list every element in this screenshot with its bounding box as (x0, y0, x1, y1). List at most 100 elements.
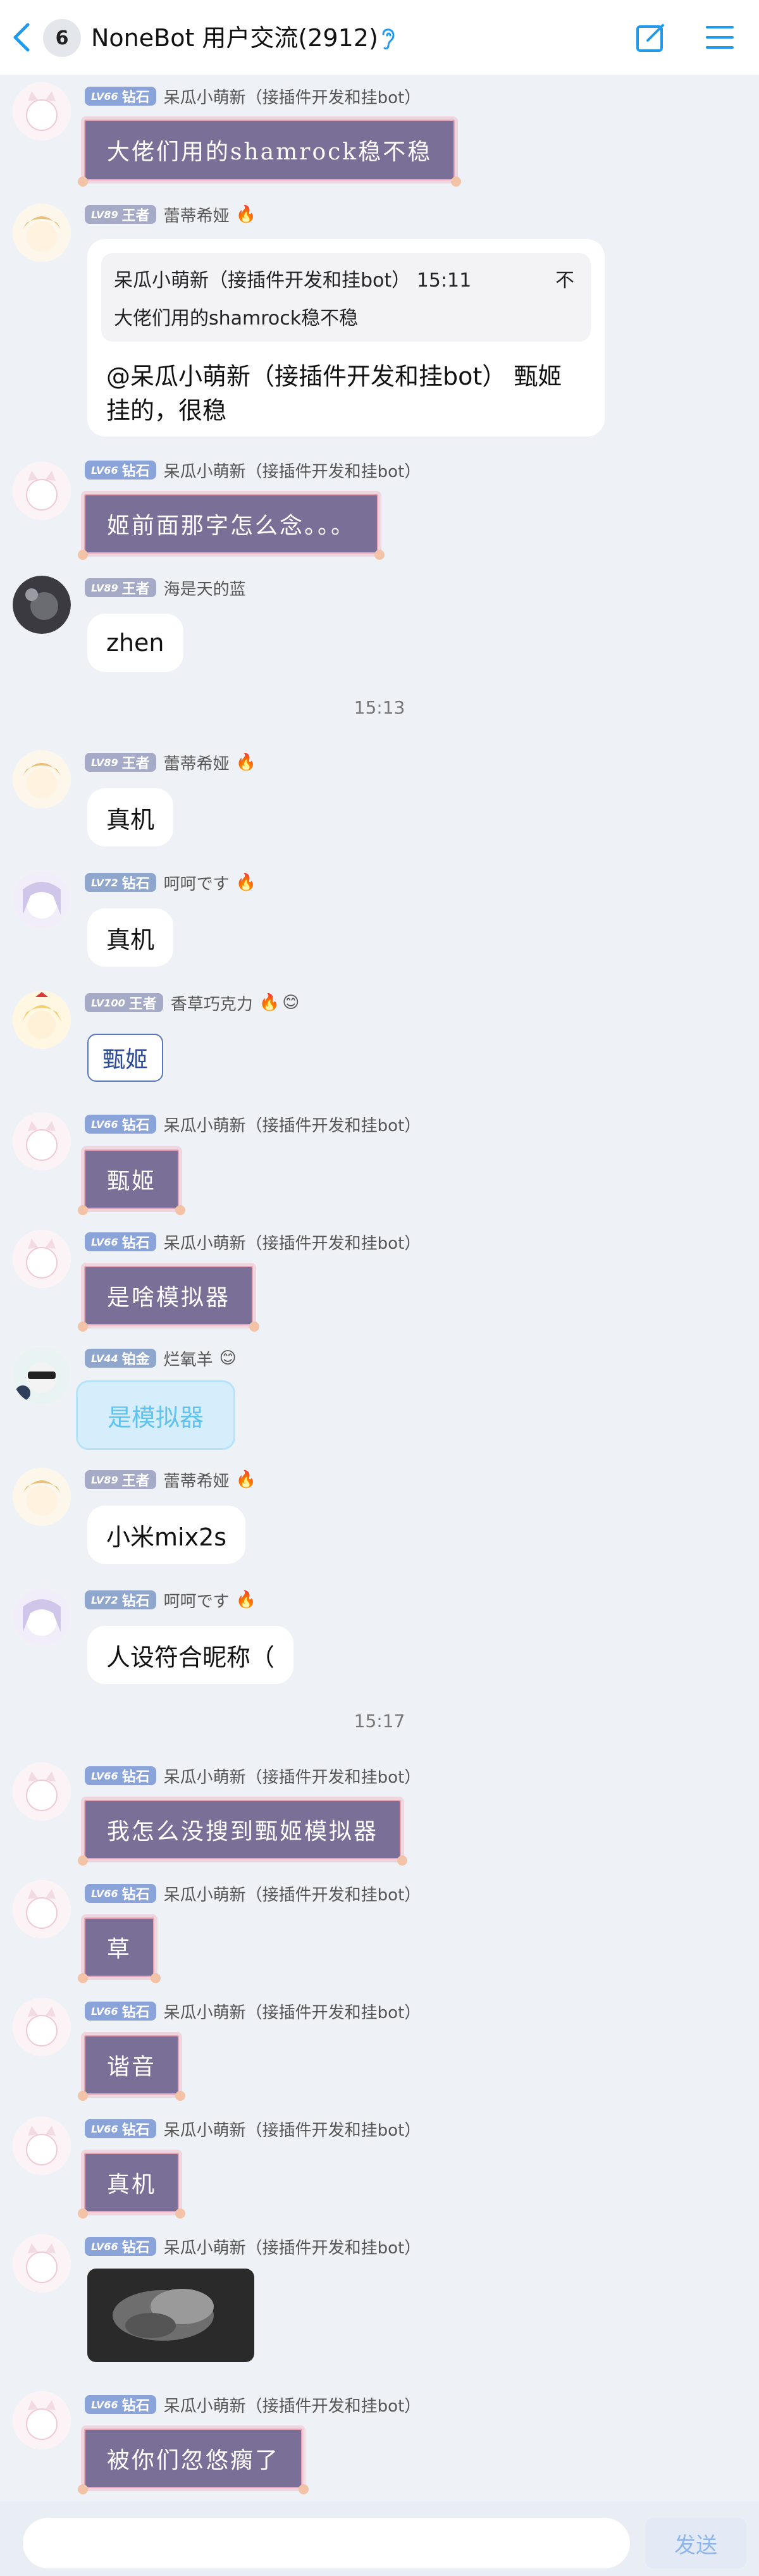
message-bubble[interactable]: 人设符合昵称（ (87, 1626, 294, 1684)
sender-name[interactable]: 烂氧羊 (164, 1347, 213, 1370)
avatar[interactable] (13, 1762, 71, 1821)
unread-count-badge[interactable]: 6 (43, 19, 81, 57)
sender-meta: LV89 王者 蕾蒂希娅 🔥 (85, 751, 256, 774)
message-bubble[interactable]: 是啥模拟器 (77, 1263, 260, 1332)
avatar[interactable] (13, 204, 71, 262)
fire-icon: 🔥 (235, 205, 257, 224)
ear-mode-icon (382, 28, 395, 50)
message-bubble[interactable]: 真机 (87, 788, 174, 846)
avatar[interactable] (13, 576, 71, 634)
sender-meta: LV66 钻石 呆瓜小萌新（接插件开发和挂bot） (85, 85, 421, 108)
avatar[interactable] (13, 2391, 71, 2449)
sender-meta: LV66 钻石 呆瓜小萌新（接插件开发和挂bot） (85, 1764, 421, 1788)
sender-name[interactable]: 海是天的蓝 (164, 576, 246, 600)
sender-meta: LV89 王者 蕾蒂希娅 🔥 (85, 1468, 256, 1492)
sender-name[interactable]: 蕾蒂希娅 (164, 751, 230, 774)
sender-name[interactable]: 呆瓜小萌新（接插件开发和挂bot） (164, 1113, 421, 1136)
message-text: @呆瓜小萌新（接插件开发和挂bot） 甄姬 (106, 362, 562, 390)
menu-icon[interactable] (705, 24, 735, 51)
chat-header: 6 NoneBot 用户交流(2912) (0, 0, 759, 75)
sender-meta: LV44 铂金 烂氧羊 😊 (85, 1347, 237, 1370)
avatar[interactable] (13, 1468, 71, 1526)
fire-icon: 🔥 (235, 873, 257, 892)
sender-meta: LV66 钻石 呆瓜小萌新（接插件开发和挂bot） (85, 1113, 421, 1136)
avatar[interactable] (13, 1112, 71, 1170)
level-badge: LV89 王者 (85, 1470, 156, 1489)
avatar[interactable] (13, 462, 71, 520)
message-bubble[interactable]: 我怎么没搜到甄姬模拟器 (77, 1797, 408, 1866)
level-badge: LV66 钻石 (85, 461, 156, 480)
sender-name[interactable]: 呆瓜小萌新（接插件开发和挂bot） (164, 2235, 421, 2258)
smile-icon: 😊 (219, 1349, 237, 1368)
sender-name[interactable]: 呆瓜小萌新（接插件开发和挂bot） (164, 2117, 421, 2141)
message-bubble[interactable]: zhen (87, 614, 183, 672)
level-badge: LV89 王者 (85, 578, 156, 597)
avatar[interactable] (13, 2117, 71, 2175)
level-badge: LV66 钻石 (85, 87, 156, 106)
message-bubble[interactable]: 是模拟器 (76, 1380, 235, 1450)
quote-tail: 不 (555, 269, 574, 292)
sender-name[interactable]: 呆瓜小萌新（接插件开发和挂bot） (164, 1230, 421, 1254)
back-arrow-icon[interactable] (9, 22, 34, 53)
sender-meta: LV72 钻石 呵呵です 🔥 (85, 1589, 256, 1611)
avatar[interactable] (13, 2234, 71, 2293)
avatar[interactable] (13, 82, 71, 140)
sender-name[interactable]: 呆瓜小萌新（接插件开发和挂bot） (164, 1764, 421, 1788)
sender-name[interactable]: 呆瓜小萌新（接插件开发和挂bot） (164, 459, 421, 482)
level-badge: LV66 钻石 (85, 1766, 156, 1785)
chat-title[interactable]: NoneBot 用户交流(2912) (91, 19, 378, 57)
sender-name[interactable]: 呵呵です (164, 1588, 230, 1612)
avatar[interactable] (13, 1880, 71, 1938)
message-bubble[interactable]: 被你们忽悠瘸了 (77, 2425, 309, 2494)
sender-name[interactable]: 蕾蒂希娅 (164, 203, 230, 226)
quoted-message[interactable]: 呆瓜小萌新（接插件开发和挂bot） 15:11 不 大佬们用的shamrock稳… (101, 253, 591, 342)
send-button[interactable]: 发送 (645, 2518, 746, 2568)
avatar[interactable] (13, 870, 71, 929)
sender-meta: LV66 钻石 呆瓜小萌新（接插件开发和挂bot） (85, 459, 421, 481)
message-bubble[interactable]: 甄姬 (77, 1146, 186, 1215)
avatar[interactable] (13, 1998, 71, 2056)
sender-name[interactable]: 呆瓜小萌新（接插件开发和挂bot） (164, 2000, 421, 2023)
sender-meta: LV66 钻石 呆瓜小萌新（接插件开发和挂bot） (85, 2235, 421, 2258)
sender-name[interactable]: 蕾蒂希娅 (164, 1468, 230, 1492)
level-badge: LV89 王者 (85, 753, 156, 772)
sender-name[interactable]: 香草巧克力 (171, 991, 253, 1015)
quote-header: 呆瓜小萌新（接插件开发和挂bot） 15:11 (114, 269, 472, 292)
message-bubble[interactable]: 姬前面那字怎么念。。。 (77, 491, 385, 560)
sender-name[interactable]: 呆瓜小萌新（接插件开发和挂bot） (164, 1882, 421, 1905)
message-bubble[interactable]: 小米mix2s (87, 1506, 246, 1564)
level-badge: LV66 钻石 (85, 2002, 156, 2021)
sender-meta: LV66 钻石 呆瓜小萌新（接插件开发和挂bot） (85, 1231, 421, 1253)
message-bubble[interactable]: 甄姬 (87, 1034, 164, 1082)
level-badge: LV72 钻石 (85, 873, 156, 892)
avatar[interactable] (13, 750, 71, 808)
avatar[interactable] (13, 991, 71, 1049)
level-badge: LV44 铂金 (85, 1349, 156, 1368)
avatar[interactable] (13, 1230, 71, 1288)
avatar[interactable] (13, 1346, 71, 1404)
level-badge: LV72 钻石 (85, 1590, 156, 1609)
message-bubble[interactable]: 谐音 (77, 2032, 186, 2101)
sender-meta: LV89 王者 海是天的蓝 (85, 576, 246, 600)
message-bubble[interactable]: 呆瓜小萌新（接插件开发和挂bot） 15:11 不 大佬们用的shamrock稳… (87, 239, 605, 437)
message-bubble[interactable]: 大佬们用的shamrock稳不稳 (77, 116, 462, 187)
edit-icon[interactable] (635, 22, 667, 53)
message-bubble[interactable]: 真机 (87, 908, 174, 967)
level-badge: LV89 王者 (85, 205, 156, 224)
sender-meta: LV66 钻石 呆瓜小萌新（接插件开发和挂bot） (85, 2393, 421, 2417)
sender-name[interactable]: 呆瓜小萌新（接插件开发和挂bot） (164, 85, 421, 108)
sender-name[interactable]: 呆瓜小萌新（接插件开发和挂bot） (164, 2393, 421, 2417)
level-badge: LV66 钻石 (85, 1884, 156, 1903)
avatar[interactable] (13, 1588, 71, 1646)
message-input[interactable] (23, 2518, 630, 2568)
image-message[interactable] (87, 2269, 254, 2362)
level-badge: LV100 王者 (85, 993, 163, 1012)
level-badge: LV66 钻石 (85, 2119, 156, 2138)
message-bubble[interactable]: 草 (77, 1914, 161, 1983)
quote-body: 大佬们用的shamrock稳不稳 (114, 307, 359, 330)
sender-meta: LV66 钻石 呆瓜小萌新（接插件开发和挂bot） (85, 2000, 421, 2022)
message-bubble[interactable]: 真机 (77, 2150, 186, 2219)
sender-name[interactable]: 呵呵です (164, 871, 230, 895)
sender-meta: LV72 钻石 呵呵です 🔥 (85, 871, 257, 895)
timestamp-divider: 15:17 (354, 1711, 405, 1731)
